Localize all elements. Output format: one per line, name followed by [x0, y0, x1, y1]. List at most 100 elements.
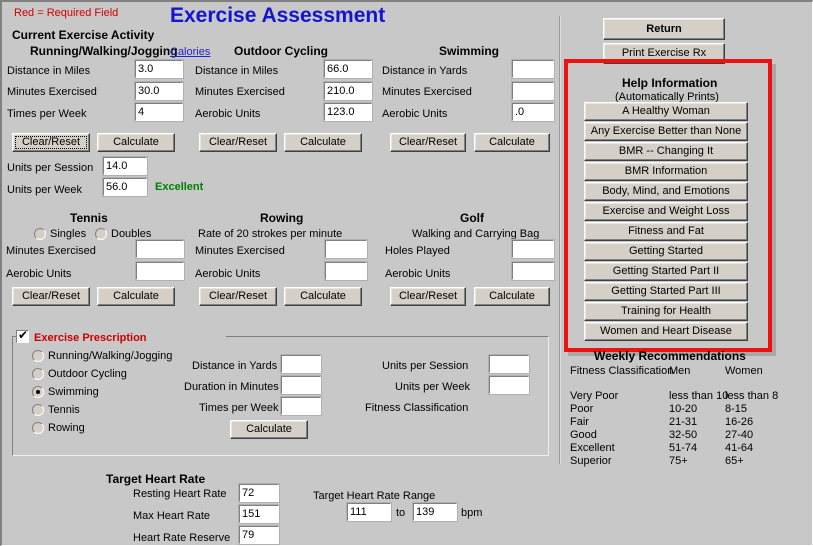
- recommendations-row-5-cell-0: Superior: [570, 455, 612, 467]
- recommendations-row-4-cell-1: 51-74: [669, 442, 698, 454]
- swimming-calculate-button[interactable]: Calculate: [474, 133, 550, 152]
- prescription-option-0-label: Running/Walking/Jogging: [48, 350, 173, 362]
- cycling-heading: Outdoor Cycling: [234, 44, 328, 58]
- tennis-field-0-label: Minutes Exercised: [6, 245, 96, 257]
- recommendations-row-4-cell-0: Excellent: [570, 442, 615, 454]
- return-button[interactable]: Return: [603, 18, 725, 40]
- help-button-getting-started[interactable]: Getting Started: [584, 242, 748, 261]
- swimming-clear-button[interactable]: Clear/Reset: [390, 133, 466, 152]
- help-button-exercise-and-weight-loss[interactable]: Exercise and Weight Loss: [584, 202, 748, 221]
- recommendations-row-2-cell-2: 16-26: [725, 416, 754, 428]
- help-button-fitness-and-fat[interactable]: Fitness and Fat: [584, 222, 748, 241]
- tennis-heading: Tennis: [70, 211, 108, 225]
- golf-calculate-button[interactable]: Calculate: [474, 287, 550, 306]
- cycling-field-0-label: Distance in Miles: [195, 65, 279, 77]
- recommendations-row-3-cell-1: 32-50: [669, 429, 698, 441]
- running-units-week-input[interactable]: 56.0: [102, 177, 148, 197]
- prescription-option-0-radio[interactable]: [32, 350, 44, 362]
- recommendations-row-0-cell-0: Very Poor: [570, 390, 619, 402]
- tennis-aerobic-input[interactable]: [135, 261, 185, 281]
- swimming-heading: Swimming: [439, 44, 500, 58]
- prescription-option-2-radio[interactable]: [32, 386, 44, 398]
- swimming-aerobic-input[interactable]: .0: [511, 102, 555, 122]
- help-button-getting-started-part-iii[interactable]: Getting Started Part III: [584, 282, 748, 301]
- prescription-right-field-1-label: Units per Week: [395, 381, 470, 393]
- tennis-minutes-input[interactable]: [135, 239, 185, 259]
- prescription-fitness-classification-label: Fitness Classification: [365, 402, 469, 414]
- prescription-duration-input[interactable]: [280, 375, 322, 395]
- rowing-clear-button[interactable]: Clear/Reset: [199, 287, 277, 306]
- calories-link[interactable]: Calories: [170, 46, 210, 58]
- help-button-body-mind-and-emotions[interactable]: Body, Mind, and Emotions: [584, 182, 748, 201]
- running-times-input[interactable]: 4: [134, 102, 184, 122]
- heart-field-0-label: Resting Heart Rate: [133, 488, 227, 500]
- prescription-distance-input[interactable]: [280, 354, 322, 374]
- tennis-calculate-button[interactable]: Calculate: [97, 287, 175, 306]
- prescription-units-session-input[interactable]: [488, 354, 530, 374]
- heart-field-2-label: Heart Rate Reserve: [133, 532, 231, 544]
- cycling-field-1-label: Minutes Exercised: [195, 86, 285, 98]
- cycling-clear-button[interactable]: Clear/Reset: [199, 133, 277, 152]
- prescription-times-input[interactable]: [280, 396, 322, 416]
- rowing-field-0-label: Minutes Exercised: [195, 245, 285, 257]
- cycling-distance-input[interactable]: 66.0: [323, 59, 373, 79]
- cycling-field-2-label: Aerobic Units: [195, 108, 261, 120]
- recommendations-row-2-cell-0: Fair: [570, 416, 589, 428]
- running-distance-input[interactable]: 3.0: [134, 59, 184, 79]
- prescription-option-1-label: Outdoor Cycling: [48, 368, 127, 380]
- golf-aerobic-input[interactable]: [511, 261, 555, 281]
- prescription-option-3-radio[interactable]: [32, 404, 44, 416]
- prescription-left-field-2-label: Times per Week: [199, 402, 279, 414]
- golf-holes-input[interactable]: [511, 239, 555, 259]
- cycling-calculate-button[interactable]: Calculate: [284, 133, 362, 152]
- target-range-high-input[interactable]: 139: [412, 502, 458, 522]
- exercise-prescription-checkbox[interactable]: [16, 328, 29, 343]
- tennis-clear-button[interactable]: Clear/Reset: [12, 287, 90, 306]
- resting-heart-rate-input[interactable]: 72: [238, 483, 280, 503]
- help-button-bmr-changing-it[interactable]: BMR -- Changing It: [584, 142, 748, 161]
- prescription-option-1-radio[interactable]: [32, 368, 44, 380]
- rowing-subheading: Rate of 20 strokes per minute: [198, 228, 343, 240]
- help-button-any-exercise-better-than-none[interactable]: Any Exercise Better than None: [584, 122, 748, 141]
- max-heart-rate-input[interactable]: 151: [238, 504, 280, 524]
- recommendations-row-2-cell-1: 21-31: [669, 416, 698, 428]
- help-button-getting-started-part-ii[interactable]: Getting Started Part II: [584, 262, 748, 281]
- swimming-distance-input[interactable]: [511, 59, 555, 79]
- prescription-option-4-label: Rowing: [48, 422, 85, 434]
- running-clear-button[interactable]: Clear/Reset: [12, 133, 90, 152]
- target-range-unit-label: bpm: [461, 507, 483, 519]
- heart-field-1-label: Max Heart Rate: [133, 510, 211, 522]
- running-calculate-button[interactable]: Calculate: [97, 133, 175, 152]
- help-button-women-and-heart-disease[interactable]: Women and Heart Disease: [584, 322, 748, 341]
- rowing-calculate-button[interactable]: Calculate: [284, 287, 362, 306]
- tennis-singles-radio[interactable]: [34, 228, 46, 240]
- help-button-a-healthy-woman[interactable]: A Healthy Woman: [584, 102, 748, 121]
- help-information-title: Help Information: [622, 76, 718, 90]
- running-minutes-input[interactable]: 30.0: [134, 81, 184, 101]
- prescription-option-4-radio[interactable]: [32, 422, 44, 434]
- recommendations-row-0-cell-1: less than 10: [669, 390, 729, 402]
- running-units-session-input[interactable]: 14.0: [102, 156, 148, 176]
- running-field-1-label: Minutes Exercised: [7, 86, 97, 98]
- recommendations-row-1-cell-0: Poor: [570, 403, 594, 415]
- rowing-minutes-input[interactable]: [324, 239, 368, 259]
- target-range-low-input[interactable]: 111: [346, 502, 392, 522]
- help-button-training-for-health[interactable]: Training for Health: [584, 302, 748, 321]
- tennis-doubles-radio[interactable]: [95, 228, 107, 240]
- prescription-calculate-button[interactable]: Calculate: [230, 420, 308, 439]
- cycling-aerobic-input[interactable]: 123.0: [323, 102, 373, 122]
- cycling-minutes-input[interactable]: 210.0: [323, 81, 373, 101]
- recommendations-row-3-cell-2: 27-40: [725, 429, 754, 441]
- required-field-note: Red = Required Field: [14, 7, 119, 19]
- heart-rate-reserve-input[interactable]: 79: [238, 525, 280, 545]
- recommendations-col-1-header: Men: [669, 365, 691, 377]
- rowing-field-1-label: Aerobic Units: [195, 268, 261, 280]
- swimming-minutes-input[interactable]: [511, 81, 555, 101]
- tennis-doubles-label: Doubles: [111, 228, 152, 240]
- rowing-aerobic-input[interactable]: [324, 261, 368, 281]
- page-title: Exercise Assessment: [170, 4, 386, 27]
- prescription-units-week-input[interactable]: [488, 375, 530, 395]
- recommendations-row-1-cell-2: 8-15: [725, 403, 748, 415]
- help-button-bmr-information[interactable]: BMR Information: [584, 162, 748, 181]
- golf-clear-button[interactable]: Clear/Reset: [390, 287, 466, 306]
